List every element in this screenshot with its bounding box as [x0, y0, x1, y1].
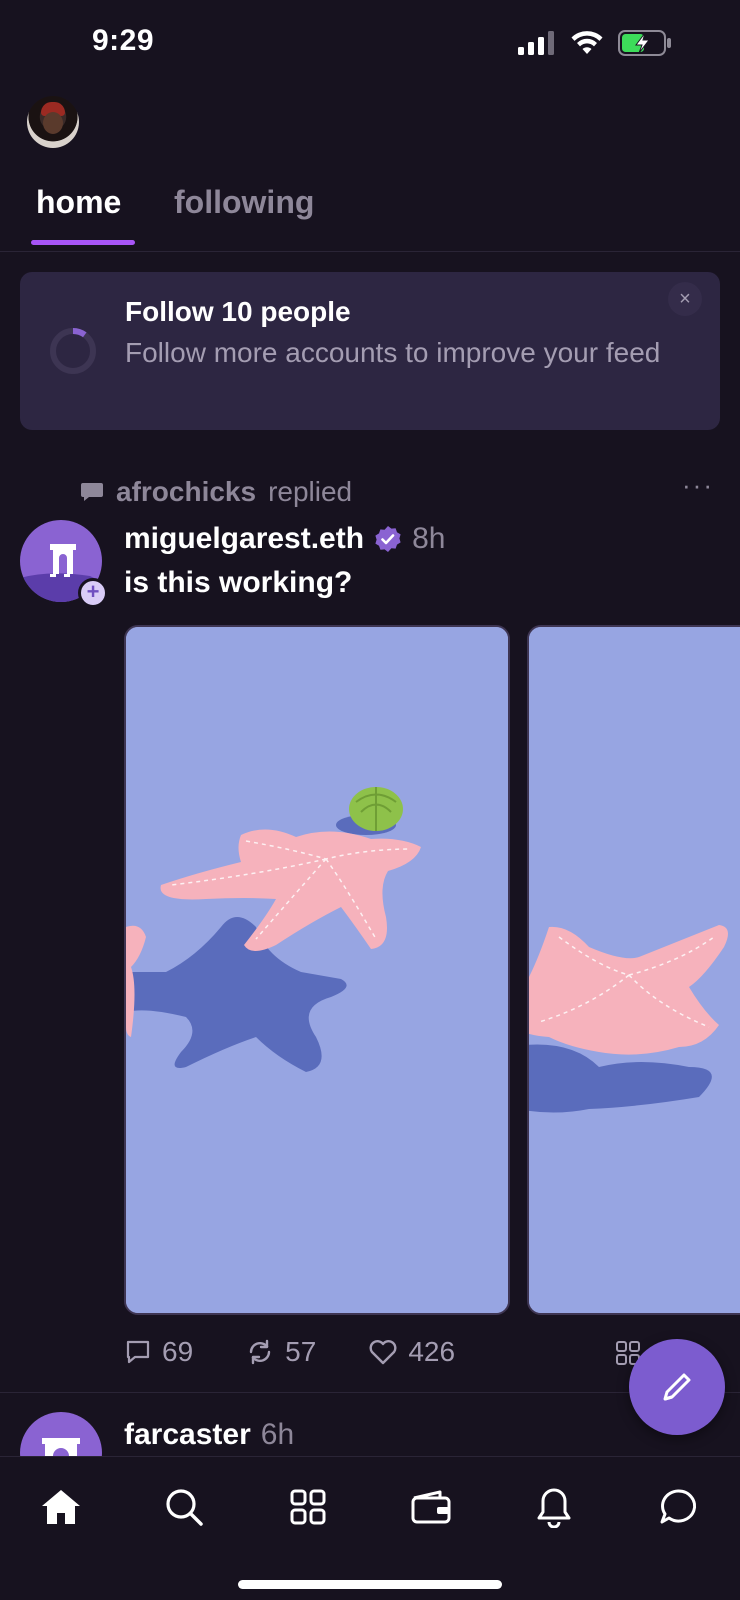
- starfish-illustration: [126, 627, 508, 1313]
- recast-icon: [249, 1339, 271, 1365]
- status-icons: [518, 30, 672, 56]
- feed-tabs: home following: [0, 170, 740, 252]
- nav-messages[interactable]: [654, 1483, 702, 1531]
- like-count: 426: [408, 1336, 456, 1367]
- follow-card-title: Follow 10 people: [125, 296, 351, 327]
- pencil-icon: [663, 1373, 691, 1401]
- home-icon: [42, 1490, 80, 1524]
- recast-count: 57: [285, 1336, 317, 1367]
- nav-apps[interactable]: [284, 1483, 332, 1531]
- post-image-2[interactable]: [527, 625, 740, 1315]
- grid-icon: [290, 1489, 326, 1525]
- post-actions: 69 57 426: [124, 1336, 455, 1368]
- nav-search[interactable]: [160, 1483, 208, 1531]
- verified-badge-icon: [375, 526, 401, 552]
- tab-following[interactable]: following: [174, 184, 314, 221]
- comment-icon: [126, 1340, 150, 1364]
- search-icon: [166, 1489, 203, 1526]
- next-post-header: farcaster 6h: [124, 1418, 294, 1452]
- wallet-icon: [411, 1490, 451, 1524]
- reply-username[interactable]: afrochicks: [116, 476, 256, 508]
- reply-action-label: replied: [268, 476, 353, 507]
- heart-icon: [369, 1340, 397, 1365]
- next-post-author[interactable]: farcaster: [124, 1418, 251, 1452]
- post-time: 8h: [412, 522, 446, 555]
- bottom-navigation: [0, 1456, 740, 1600]
- like-button[interactable]: 426: [368, 1336, 455, 1368]
- next-post-time: 6h: [260, 1418, 295, 1451]
- reply-context: afrochicks replied: [80, 474, 352, 510]
- post-author[interactable]: miguelgarest.eth: [124, 522, 364, 556]
- post-header: miguelgarest.eth 8h: [124, 522, 445, 556]
- comment-count: 69: [162, 1336, 194, 1367]
- follow-suggestion-card[interactable]: Follow 10 people Follow more accounts to…: [20, 272, 720, 430]
- starfish-illustration-2: [529, 627, 740, 1313]
- home-indicator: [238, 1580, 502, 1589]
- compose-button[interactable]: [629, 1339, 725, 1435]
- battery-charging-icon: [618, 30, 671, 56]
- bell-icon: [537, 1488, 571, 1528]
- more-options-icon[interactable]: ···: [682, 470, 714, 501]
- status-time: 9:29: [92, 24, 155, 57]
- post-image-1[interactable]: [124, 625, 510, 1315]
- nav-notifications[interactable]: [530, 1483, 578, 1531]
- nav-home[interactable]: [37, 1483, 85, 1531]
- post-text: is this working?: [124, 566, 353, 599]
- signal-icon: [518, 31, 554, 55]
- wifi-icon: [571, 31, 603, 54]
- tab-home[interactable]: home: [36, 184, 121, 221]
- status-bar: 9:29: [0, 0, 740, 90]
- recast-button[interactable]: 57: [245, 1336, 316, 1368]
- close-icon[interactable]: ×: [668, 282, 702, 316]
- chat-icon: [660, 1489, 697, 1524]
- follow-card-subtitle: Follow more accounts to improve your fee…: [125, 337, 661, 368]
- follow-plus-icon[interactable]: +: [78, 578, 108, 608]
- comment-bubble-icon: [81, 483, 103, 501]
- nav-wallet[interactable]: [407, 1483, 455, 1531]
- profile-avatar[interactable]: [27, 96, 79, 148]
- active-tab-indicator: [31, 240, 135, 245]
- comment-button[interactable]: 69: [124, 1336, 193, 1368]
- progress-ring-icon: [50, 328, 96, 374]
